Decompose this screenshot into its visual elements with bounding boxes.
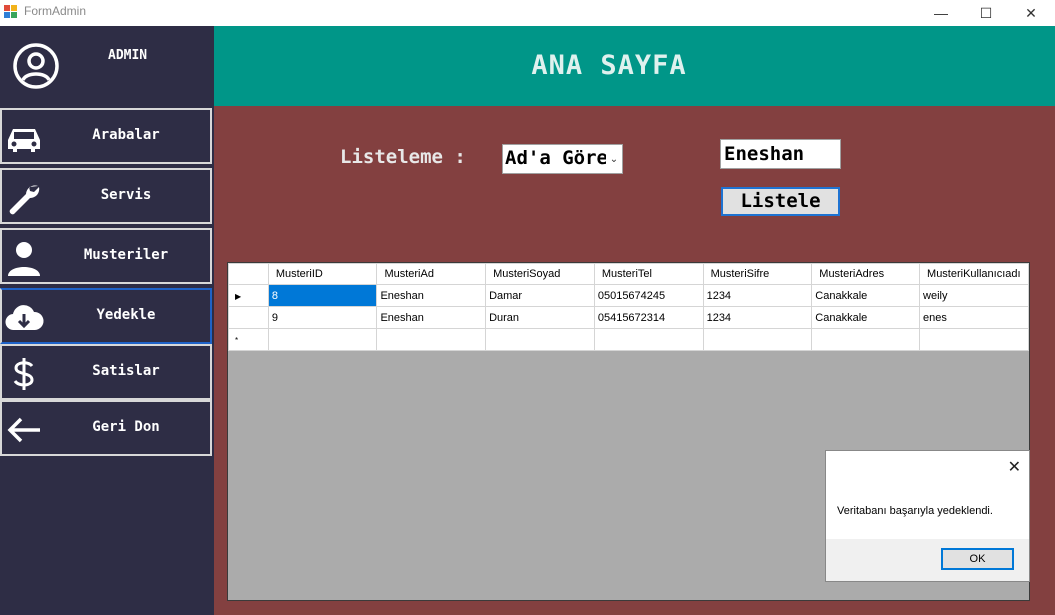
user-label: ADMIN [108, 48, 148, 63]
search-input[interactable] [720, 139, 841, 169]
row-header[interactable]: ▶ [228, 284, 269, 307]
table-cell[interactable]: 8 [267, 284, 378, 307]
table-cell[interactable] [919, 328, 1029, 351]
new-row-marker-icon: * [235, 335, 239, 345]
sidebar-item-label: Satislar [92, 363, 160, 379]
ok-button[interactable]: OK [941, 548, 1014, 570]
sidebar: ADMIN Arabalar Servis Musteriler Yedekle [0, 26, 214, 615]
table-cell[interactable] [485, 328, 595, 351]
sidebar-item-satislar[interactable]: Satislar [0, 344, 212, 400]
dialog-close-button[interactable]: ✕ [1008, 457, 1021, 477]
minimize-button[interactable]: — [918, 0, 964, 26]
row-header[interactable]: * [228, 328, 269, 351]
cloud-download-icon [5, 305, 44, 331]
maximize-button[interactable]: ☐ [963, 0, 1009, 26]
table-header-row: MusteriID MusteriAd MusteriSoyad Musteri… [228, 263, 1029, 285]
listing-label: Listeleme : [340, 146, 466, 168]
table-cell[interactable]: Damar [485, 284, 595, 307]
user-icon [8, 242, 40, 276]
table-row[interactable]: 9 Eneshan Duran 05415672314 1234 Canakka… [228, 306, 1029, 329]
row-header[interactable] [228, 306, 269, 329]
sidebar-item-servis[interactable]: Servis [0, 168, 212, 224]
column-header[interactable]: MusteriAd [376, 263, 487, 285]
row-header-corner[interactable] [228, 263, 269, 285]
dollar-icon [13, 358, 34, 390]
column-header[interactable]: MusteriID [267, 263, 378, 285]
sidebar-item-label: Servis [100, 187, 152, 203]
table-cell[interactable]: 05415672314 [593, 306, 704, 329]
table-cell[interactable] [702, 328, 813, 351]
sidebar-item-label: Yedekle [96, 307, 156, 323]
column-header[interactable]: MusteriTel [593, 263, 704, 285]
current-row-marker-icon: ▶ [235, 291, 242, 301]
user-area: ADMIN [0, 26, 214, 106]
table-cell[interactable]: 05015674245 [593, 284, 704, 307]
wrench-icon [9, 185, 40, 215]
window-title: FormAdmin [24, 4, 87, 18]
close-button[interactable]: ✕ [1008, 0, 1054, 26]
message-dialog: ✕ Veritabanı başarıyla yedeklendi. OK [825, 450, 1030, 582]
table-cell[interactable]: Duran [485, 306, 595, 329]
table-cell[interactable]: enes [919, 306, 1029, 329]
arrow-left-icon [7, 417, 40, 443]
table-cell[interactable] [376, 328, 487, 351]
table-cell[interactable] [811, 328, 921, 351]
page-title: ANA SAYFA [531, 50, 687, 81]
sidebar-item-musteriler[interactable]: Musteriler [0, 228, 212, 284]
new-row[interactable]: * [228, 328, 1029, 351]
app-icon [4, 5, 18, 19]
user-circle-icon [13, 43, 59, 89]
table-cell[interactable]: Canakkale [811, 284, 921, 307]
dialog-footer: OK [826, 539, 1029, 581]
header: ANA SAYFA [214, 26, 1055, 106]
column-header[interactable]: MusteriKullanıcıadı [919, 263, 1029, 285]
sidebar-item-yedekle[interactable]: Yedekle [0, 288, 212, 344]
chevron-down-icon[interactable]: ⌄ [606, 145, 622, 173]
sidebar-item-label: Arabalar [92, 127, 160, 143]
sidebar-item-arabalar[interactable]: Arabalar [0, 108, 212, 164]
table-cell[interactable]: 1234 [702, 306, 813, 329]
list-button[interactable]: Listele [721, 187, 840, 216]
column-header[interactable]: MusteriSoyad [485, 263, 595, 285]
table-cell[interactable]: Canakkale [811, 306, 921, 329]
table-cell[interactable]: 9 [267, 306, 378, 329]
table-cell[interactable]: Eneshan [376, 306, 487, 329]
table-cell[interactable]: weily [919, 284, 1029, 307]
table-cell[interactable] [593, 328, 704, 351]
column-header[interactable]: MusteriAdres [811, 263, 921, 285]
combobox-value: Ad'a Göre [505, 147, 608, 169]
column-header[interactable]: MusteriSifre [702, 263, 813, 285]
table-cell[interactable]: 1234 [702, 284, 813, 307]
table-cell[interactable] [267, 328, 378, 351]
sidebar-item-geri-don[interactable]: Geri Don [0, 400, 212, 456]
sidebar-item-label: Musteriler [83, 247, 169, 263]
customer-table: MusteriID MusteriAd MusteriSoyad Musteri… [228, 263, 1029, 351]
dialog-message: Veritabanı başarıyla yedeklendi. [837, 505, 993, 517]
table-row[interactable]: ▶ 8 Eneshan Damar 05015674245 1234 Canak… [228, 284, 1029, 307]
car-icon [8, 129, 40, 152]
title-bar: FormAdmin — ☐ ✕ [0, 0, 1055, 26]
listing-type-combobox[interactable]: Ad'a Göre ⌄ [502, 144, 623, 174]
sidebar-item-label: Geri Don [92, 419, 160, 435]
table-cell[interactable]: Eneshan [376, 284, 487, 307]
